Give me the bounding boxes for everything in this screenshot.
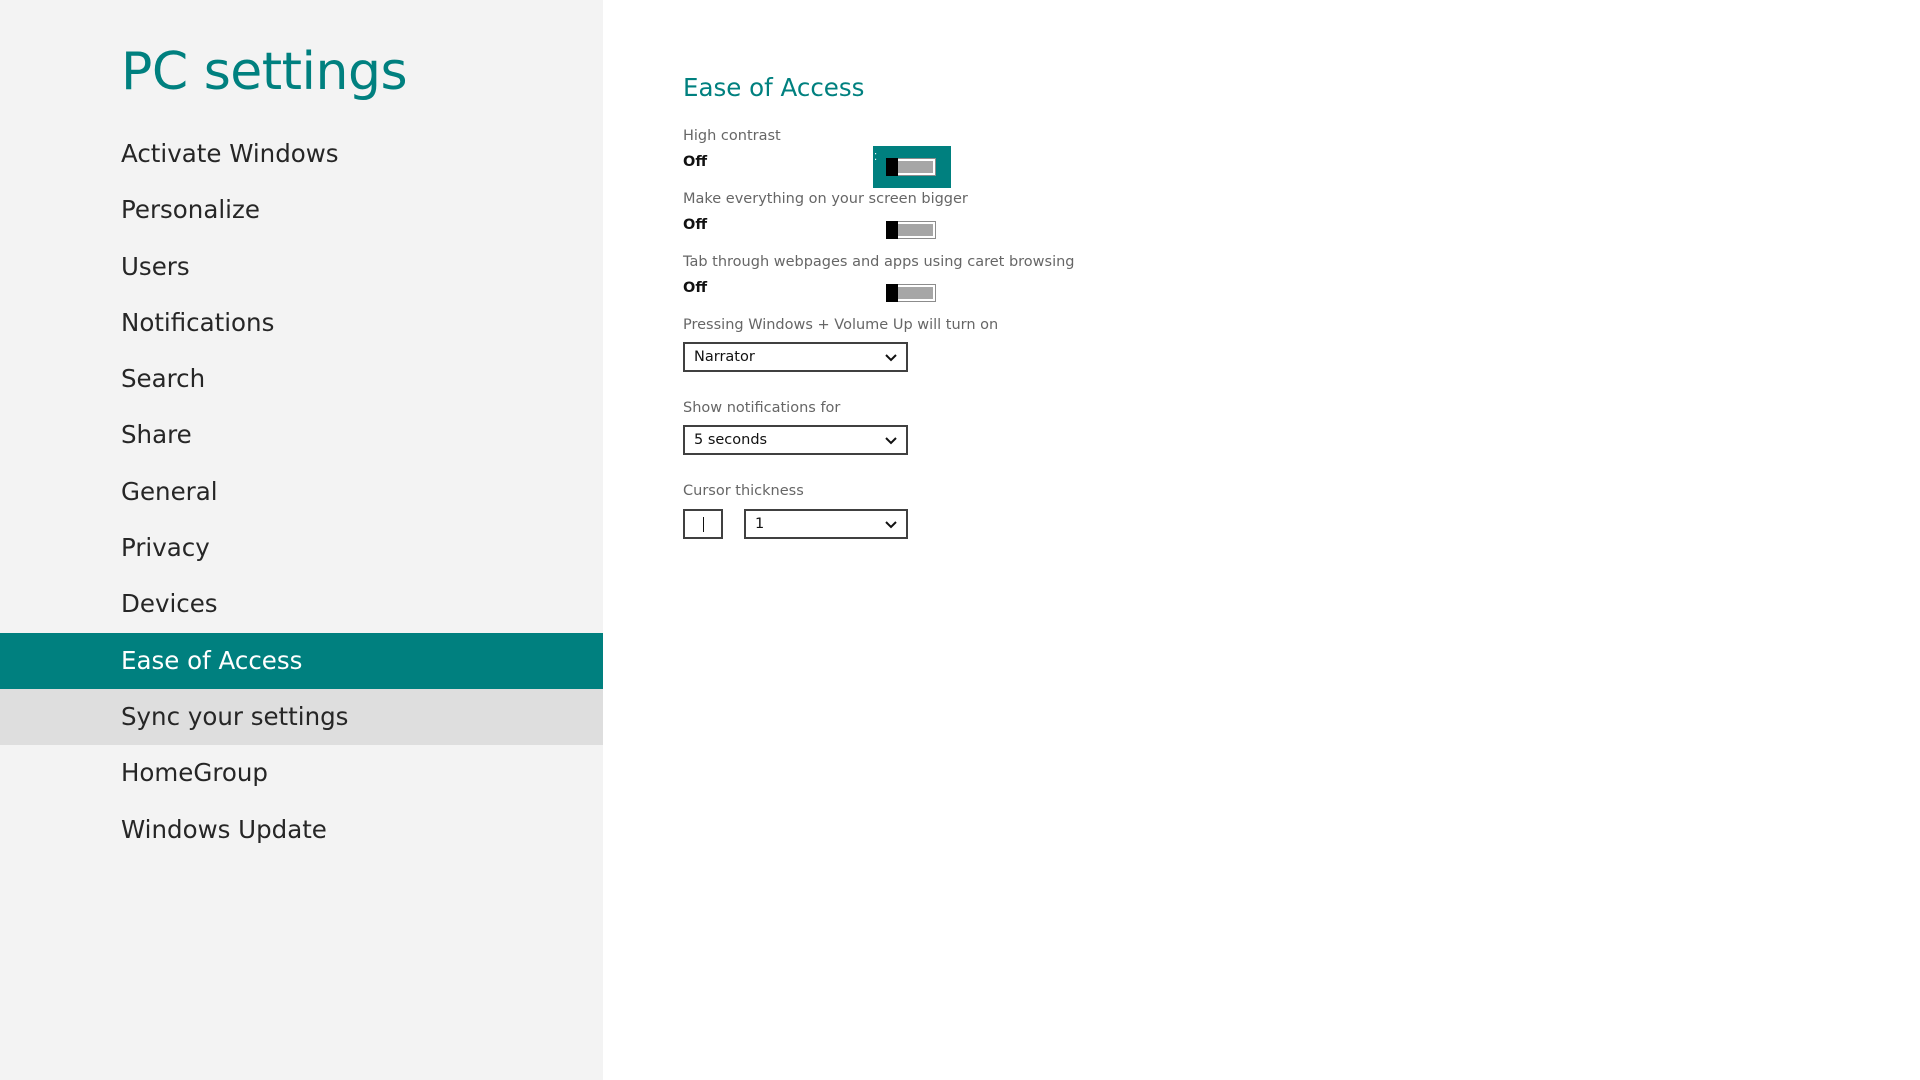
sidebar-item-general[interactable]: General [0,464,603,520]
sidebar-item-share[interactable]: Share [0,407,603,463]
caret-browsing-toggle[interactable] [885,283,936,302]
sidebar: PC settings Activate Windows Personalize… [0,0,603,1080]
sidebar-item-activate-windows[interactable]: Activate Windows [0,126,603,182]
sidebar-nav: Activate Windows Personalize Users Notif… [0,126,603,858]
toggle-track [896,287,933,299]
volume-up-label: Pressing Windows + Volume Up will turn o… [683,317,999,333]
sidebar-item-search[interactable]: Search [0,351,603,407]
settings-content: Ease of Access High contrast Off ⁚ Make … [603,0,1920,1080]
focus-indicator-icon: ⁚ [874,152,879,163]
sidebar-item-ease-of-access[interactable]: Ease of Access [0,632,603,689]
section-title: Ease of Access [683,73,865,102]
volume-up-value: Narrator [694,349,755,365]
chevron-down-icon [885,437,897,445]
chevron-down-icon [885,521,897,529]
caret-browsing-state: Off [683,280,708,296]
cursor-thickness-label: Cursor thickness [683,483,804,499]
caret-browsing-label: Tab through webpages and apps using care… [683,254,1075,270]
notifications-duration-select[interactable]: 5 seconds [683,425,908,455]
page-title: PC settings [121,42,408,102]
high-contrast-toggle[interactable] [885,157,936,176]
high-contrast-label: High contrast [683,128,781,144]
notifications-duration-label: Show notifications for [683,400,841,416]
sidebar-item-personalize[interactable]: Personalize [0,182,603,238]
bigger-toggle-wrap [873,209,951,251]
sidebar-item-devices[interactable]: Devices [0,576,603,632]
cursor-thickness-preview [683,509,723,539]
toggle-track [896,224,933,236]
toggle-track [896,161,933,173]
cursor-caret-icon [703,517,704,532]
sidebar-item-sync-your-settings[interactable]: Sync your settings [0,688,603,746]
volume-up-select[interactable]: Narrator [683,342,908,372]
sidebar-item-windows-update[interactable]: Windows Update [0,802,603,858]
toggle-thumb[interactable] [885,220,898,239]
bigger-toggle[interactable] [885,220,936,239]
caret-browsing-toggle-wrap [873,272,951,314]
cursor-thickness-select[interactable]: 1 [744,509,908,539]
high-contrast-toggle-focus: ⁚ [873,146,951,188]
bigger-label: Make everything on your screen bigger [683,191,968,207]
notifications-duration-value: 5 seconds [694,432,768,448]
bigger-state: Off [683,217,708,233]
sidebar-item-homegroup[interactable]: HomeGroup [0,745,603,801]
cursor-thickness-value: 1 [755,516,765,532]
high-contrast-state: Off [683,154,708,170]
sidebar-item-users[interactable]: Users [0,239,603,295]
sidebar-item-notifications[interactable]: Notifications [0,295,603,351]
pc-settings-window: PC settings Activate Windows Personalize… [0,0,1920,1080]
sidebar-item-privacy[interactable]: Privacy [0,520,603,576]
toggle-thumb[interactable] [885,283,898,302]
toggle-thumb[interactable] [885,157,898,176]
chevron-down-icon [885,354,897,362]
